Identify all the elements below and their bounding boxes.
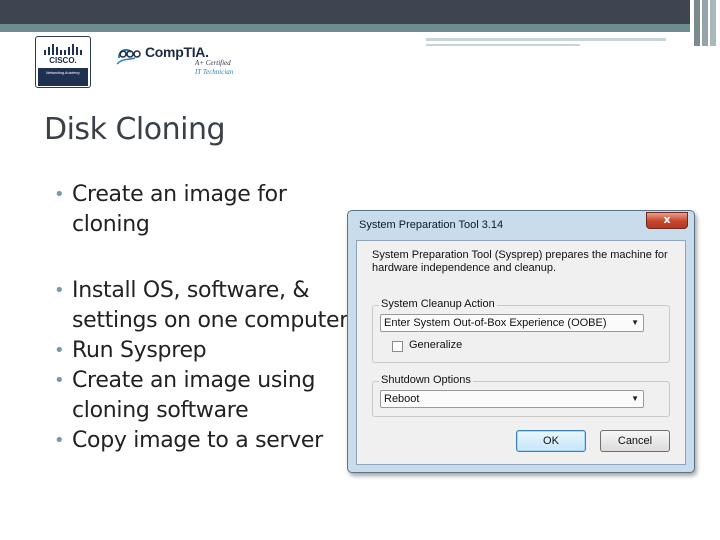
generalize-checkbox[interactable]: [392, 341, 403, 352]
bullet-text: Install OS, software, & settings on one …: [72, 278, 348, 333]
comptia-logo: CompTIA. A+ Certified IT Technician: [115, 40, 245, 80]
cisco-bars-icon: [44, 44, 82, 55]
shutdown-options-value: Reboot: [384, 393, 420, 405]
header-divider-line-short: [426, 44, 580, 46]
cisco-wordmark: CISCO.: [49, 56, 77, 65]
comptia-certification-text: A+ Certified IT Technician: [195, 59, 233, 77]
generalize-label[interactable]: Generalize: [409, 339, 462, 351]
chevron-down-icon: ▼: [631, 394, 639, 403]
bullet-item: • Run Sysprep: [54, 336, 354, 366]
cancel-button[interactable]: Cancel: [600, 430, 670, 452]
comptia-wordmark: CompTIA.: [145, 44, 209, 60]
cisco-academy-band: Networking Academy: [38, 68, 88, 86]
header-strip-1: [694, 0, 700, 46]
comptia-sub-line-2: IT Technician: [195, 68, 234, 76]
header-divider-line: [426, 38, 666, 41]
close-icon: x: [663, 213, 671, 226]
shutdown-options-label: Shutdown Options: [379, 374, 473, 386]
bullet-text: Copy image to a server: [72, 428, 323, 453]
sysprep-dialog: System Preparation Tool 3.14 x System Pr…: [347, 210, 695, 473]
bullet-text: Create an image using cloning software: [72, 368, 316, 423]
cleanup-action-select[interactable]: Enter System Out-of-Box Experience (OOBE…: [380, 314, 644, 332]
bullet-item: • Create an image for cloning: [54, 180, 354, 240]
bullet-icon: •: [54, 370, 65, 391]
cleanup-action-label: System Cleanup Action: [379, 298, 497, 310]
cleanup-action-group: System Cleanup Action Enter System Out-o…: [372, 298, 670, 363]
bullet-text: Run Sysprep: [72, 338, 207, 363]
close-button[interactable]: x: [646, 212, 688, 229]
cisco-networking-academy-logo: CISCO. Networking Academy: [35, 36, 91, 88]
cleanup-action-value: Enter System Out-of-Box Experience (OOBE…: [384, 317, 607, 329]
bullet-icon: •: [54, 430, 65, 451]
bullet-item: • Create an image using cloning software: [54, 366, 354, 426]
bullet-text: Create an image for cloning: [72, 182, 287, 237]
bullet-icon: •: [54, 280, 65, 301]
slide-title: Disk Cloning: [44, 112, 226, 147]
dialog-titlebar[interactable]: System Preparation Tool 3.14 x: [348, 211, 694, 239]
bullet-icon: •: [54, 184, 65, 205]
header-strip-3: [710, 0, 716, 46]
header-strip-2: [702, 0, 708, 46]
bullet-list: • Create an image for cloning • Install OS…: [54, 180, 354, 456]
bullet-icon: •: [54, 340, 65, 361]
header-accent-bar: [0, 24, 690, 32]
comptia-sub-line-1: A+ Certified: [195, 59, 231, 67]
shutdown-options-select[interactable]: Reboot ▼: [380, 390, 644, 408]
ok-button[interactable]: OK: [516, 430, 586, 452]
bullet-item: • Copy image to a server: [54, 426, 354, 456]
header-bar: [0, 0, 690, 24]
dialog-body: System Preparation Tool (Sysprep) prepar…: [356, 240, 686, 465]
bullet-item: • Install OS, software, & settings on one…: [54, 276, 354, 336]
dialog-description: System Preparation Tool (Sysprep) prepar…: [372, 249, 668, 274]
dialog-title: System Preparation Tool 3.14: [359, 219, 504, 231]
chevron-down-icon: ▼: [631, 318, 639, 327]
shutdown-options-group: Shutdown Options Reboot ▼: [372, 374, 670, 417]
